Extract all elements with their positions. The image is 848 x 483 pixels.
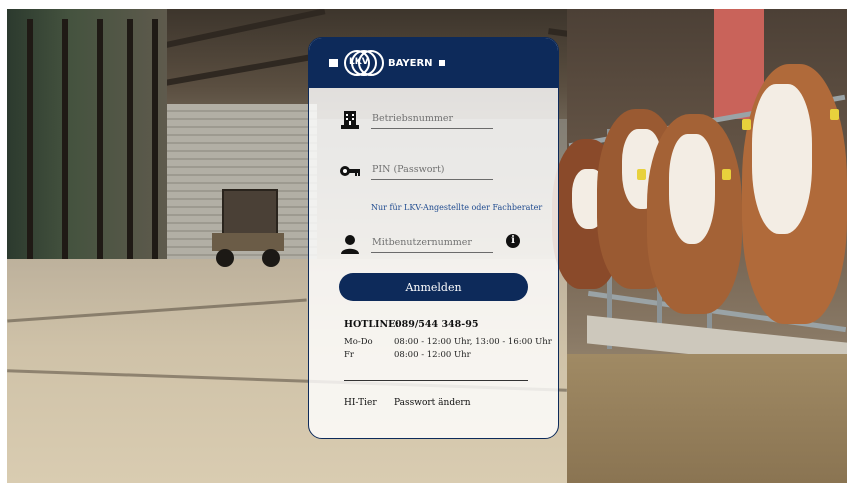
- hours-day: Fr: [344, 350, 354, 360]
- hotline: HOTLINE: 089/544 348-95: [344, 319, 478, 330]
- user-icon: [341, 235, 359, 254]
- window-frame: [127, 19, 133, 299]
- window-frame: [62, 19, 68, 299]
- staff-hint-link[interactable]: Nur für LKV-Angestellte oder Fachberater: [371, 203, 542, 212]
- ear-tag: [742, 119, 751, 130]
- logo-square: [438, 60, 445, 66]
- cow: [742, 64, 847, 324]
- betriebsnummer-field: [339, 105, 534, 135]
- pin-input[interactable]: [371, 160, 493, 180]
- cow-face: [669, 134, 715, 244]
- logo-text: LKV: [349, 57, 369, 67]
- key-icon: [340, 166, 360, 176]
- lkv-bayern-logo: LKV BAYERN: [329, 50, 445, 76]
- hours-time: 08:00 - 12:00 Uhr: [394, 350, 471, 360]
- betriebsnummer-input[interactable]: [371, 109, 493, 129]
- ear-tag: [637, 169, 646, 180]
- brand-text: BAYERN: [388, 57, 433, 69]
- window-frame: [27, 19, 33, 299]
- hours-row: Fr 08:00 - 12:00 Uhr: [344, 350, 534, 363]
- divider: [344, 380, 528, 381]
- pin-field: [339, 156, 534, 186]
- hours-day: Mo-Do: [344, 337, 373, 347]
- opening-hours: Mo-Do 08:00 - 12:00 Uhr, 13:00 - 16:00 U…: [344, 337, 552, 363]
- building-icon: [341, 111, 359, 129]
- card-header: LKV BAYERN: [309, 38, 558, 88]
- window-frame: [97, 19, 103, 299]
- hours-row: Mo-Do 08:00 - 12:00 Uhr, 13:00 - 16:00 U…: [344, 337, 552, 350]
- hay-feed: [567, 354, 847, 483]
- login-card: LKV BAYERN Nur für LKV-Angestellte oder …: [308, 37, 559, 439]
- logo-bar: [329, 59, 338, 67]
- login-button[interactable]: Anmelden: [339, 273, 528, 301]
- window-frame: [152, 19, 158, 299]
- ear-tag: [830, 109, 839, 120]
- info-icon[interactable]: i: [506, 234, 520, 248]
- tractor-wheel: [262, 249, 280, 267]
- tractor-body: [222, 189, 278, 238]
- mitbenutzer-input[interactable]: [371, 233, 493, 253]
- lkv-logo-mark: LKV: [344, 50, 384, 76]
- hours-time: 08:00 - 12:00 Uhr, 13:00 - 16:00 Uhr: [394, 337, 552, 347]
- hotline-label: HOTLINE:: [344, 319, 399, 330]
- tractor-wheel: [216, 249, 234, 267]
- change-password-link[interactable]: Passwort ändern: [394, 398, 471, 408]
- hitier-label: HI-Tier: [344, 398, 377, 408]
- mitbenutzer-field: i: [339, 229, 534, 259]
- cow: [647, 114, 742, 314]
- ear-tag: [722, 169, 731, 180]
- hotline-number: 089/544 348-95: [395, 319, 479, 330]
- tractor: [212, 169, 284, 269]
- cow-face: [752, 84, 812, 234]
